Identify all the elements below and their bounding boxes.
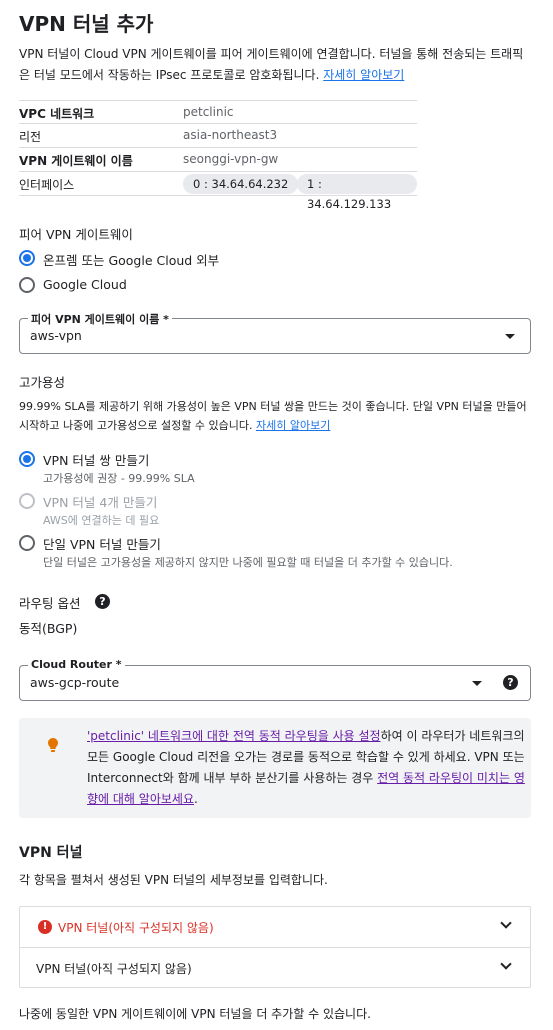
help-icon[interactable]: ? [503,675,518,690]
radio-tunnel-pair[interactable] [19,451,35,467]
callout-text: 'petclinic' 네트워크에 대한 전역 동적 라우팅을 사용 설정하여 … [87,726,527,810]
peer-gateway-name-label: 피어 VPN 게이트웨이 이름 * [28,311,172,327]
enable-global-routing-link[interactable]: 'petclinic' 네트워크에 대한 전역 동적 라우팅을 사용 설정 [87,729,381,743]
help-icon[interactable]: ? [95,594,110,609]
radio-single-tunnel-label[interactable]: 단일 VPN 터널 만들기 [43,534,161,553]
high-availability-description: 99.99% SLA를 제공하기 위해 가용성이 높은 VPN 터널 쌍을 만드… [19,397,531,435]
intro-paragraph: VPN 터널이 Cloud VPN 게이트웨이를 피어 게이트웨이에 연결합니다… [19,44,531,86]
info-row-vpc: VPC 네트워크 petclinic [19,100,417,124]
interface-chip: 0 : 34.64.64.232 [183,174,299,194]
info-row-region: 리전 asia-northeast3 [19,124,417,148]
cloud-router-value: aws-gcp-route [30,675,120,690]
radio-single-tunnel-sub: 단일 터널은 고가용성을 제공하지 않지만 나중에 필요할 때 터널을 더 추가… [43,556,453,569]
gateway-info-table: VPC 네트워크 petclinic 리전 asia-northeast3 VP… [19,100,417,211]
radio-tunnel-pair-sub: 고가용성에 권장 - 99.99% SLA [43,472,195,485]
radio-google-cloud[interactable] [19,277,35,293]
info-row-interfaces: 인터페이스 0 : 34.64.64.232 1 : 34.64.129.133 [19,172,417,211]
tunnel-expander-2[interactable]: VPN 터널(아직 구성되지 않음) [20,947,530,988]
radio-on-prem-label[interactable]: 온프렘 또는 Google Cloud 외부 [43,250,219,269]
vpn-tunnels-footer: 나중에 동일한 VPN 게이트웨이에 VPN 터널을 더 추가할 수 있습니다. [19,1007,371,1021]
cloud-router-label: Cloud Router * [28,658,125,671]
info-key: VPN 게이트웨이 이름 [19,154,133,168]
info-value: petclinic [183,105,234,119]
tunnel-expander-1[interactable]: ! VPN 터널(아직 구성되지 않음) [20,907,530,948]
tunnel-label-1: VPN 터널(아직 구성되지 않음) [58,921,214,935]
peer-gateway-name-select[interactable]: 피어 VPN 게이트웨이 이름 * aws-vpn [19,311,531,354]
vpn-tunnels-description: 각 항목을 펼쳐서 생성된 VPN 터널의 세부정보를 입력합니다. [19,873,328,887]
cloud-router-select[interactable]: Cloud Router * aws-gcp-route ? [19,658,531,701]
routing-value: 동적(BGP) [19,621,78,636]
intro-text: VPN 터널이 Cloud VPN 게이트웨이를 피어 게이트웨이에 연결합니다… [19,47,524,82]
routing-callout: 'petclinic' 네트워크에 대한 전역 동적 라우팅을 사용 설정하여 … [19,718,531,818]
interface-chip: 1 : 34.64.129.133 [297,174,417,211]
chevron-down-icon [500,917,512,929]
high-availability-label: 고가용성 [19,375,66,390]
info-value: asia-northeast3 [183,128,278,142]
radio-four-tunnels-sub: AWS에 연결하는 데 필요 [43,514,160,527]
info-key: 인터페이스 [19,178,75,192]
chevron-down-icon [500,958,512,970]
info-key: 리전 [19,130,42,144]
dropdown-arrow-icon [505,334,515,339]
radio-four-tunnels [19,493,35,509]
error-icon: ! [38,920,52,934]
dropdown-arrow-icon [472,681,482,686]
radio-four-tunnels-label: VPN 터널 4개 만들기 [43,495,158,510]
routing-options-label: 라우팅 옵션 [19,596,81,611]
info-value: seonggi-vpn-gw [183,152,279,166]
tunnel-label-2: VPN 터널(아직 구성되지 않음) [36,962,192,976]
radio-on-prem[interactable] [19,250,35,266]
vpn-tunnels-panel: ! VPN 터널(아직 구성되지 않음) VPN 터널(아직 구성되지 않음) [19,906,531,988]
page-title: VPN 터널 추가 [19,12,154,36]
info-key: VPC 네트워크 [19,107,95,121]
radio-tunnel-pair-label[interactable]: VPN 터널 쌍 만들기 [43,450,149,469]
vpn-tunnels-heading: VPN 터널 [19,845,83,861]
peer-gateway-label: 피어 VPN 게이트웨이 [19,227,133,242]
ha-learn-more-link[interactable]: 자세히 알아보기 [256,419,330,432]
peer-gateway-name-value: aws-vpn [30,328,82,343]
callout-period: . [194,792,198,806]
radio-single-tunnel[interactable] [19,535,35,551]
lightbulb-icon [48,738,58,752]
radio-google-cloud-label[interactable]: Google Cloud [43,277,127,292]
info-row-gateway-name: VPN 게이트웨이 이름 seonggi-vpn-gw [19,148,417,172]
learn-more-link[interactable]: 자세히 알아보기 [323,68,404,82]
